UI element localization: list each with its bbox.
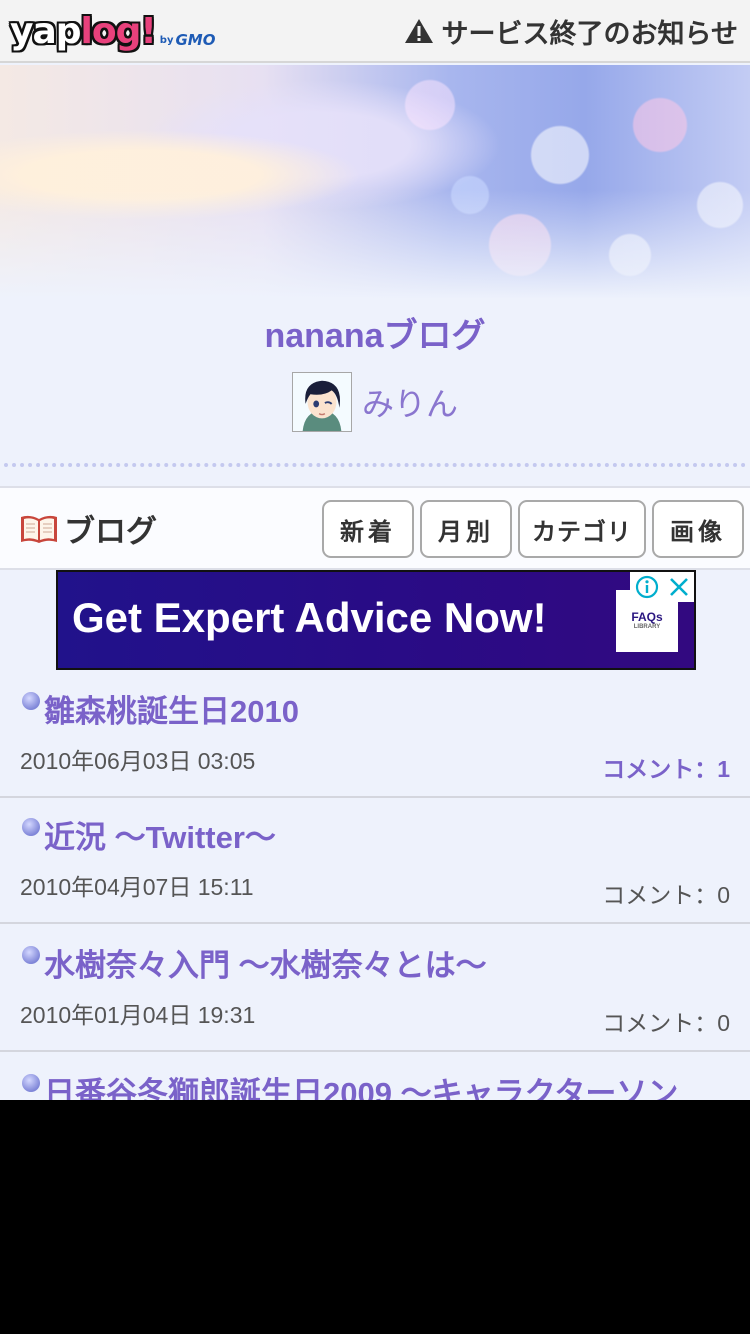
entry-date: 2010年06月03日 03:05 xyxy=(20,748,256,774)
monthly-button[interactable]: 月別 xyxy=(420,500,512,558)
blog-section-label: ブログ xyxy=(18,506,157,551)
avatar[interactable] xyxy=(291,372,352,432)
entry-date: 2010年01月04日 19:31 xyxy=(20,1002,256,1028)
entry-comment-count[interactable]: コメント：0 xyxy=(602,876,730,910)
entry-date: 2010年04月07日 15:11 xyxy=(20,874,254,900)
logo-wordmark-main: yap xyxy=(10,11,82,52)
bullet-icon xyxy=(22,1074,40,1092)
bullet-icon xyxy=(22,946,40,964)
images-button[interactable]: 画像 xyxy=(652,500,744,558)
author-name[interactable]: みりん xyxy=(362,379,458,425)
entry-title[interactable]: 水樹奈々入門 ～水樹奈々とは～ xyxy=(44,940,487,985)
logo-by: by xyxy=(159,35,174,46)
entry-comment-count[interactable]: コメント：0 xyxy=(602,1004,730,1038)
author-info[interactable]: みりん xyxy=(0,372,750,432)
entry-title[interactable]: 近況 ～Twitter～ xyxy=(44,812,276,857)
logo-wordmark-accent: log! xyxy=(80,11,157,52)
ad-logo-subtext: LIBRARY xyxy=(633,624,661,631)
bullet-icon xyxy=(22,818,40,836)
ad-info-icon[interactable] xyxy=(635,575,659,599)
yaplog-logo[interactable]: yaplog! by GMO xyxy=(10,8,215,52)
blog-nav-bar: ブログ 新着 月別 カテゴリ 画像 xyxy=(0,486,750,570)
blog-label-text: ブログ xyxy=(64,514,157,550)
notice-text: サービス終了のお知らせ xyxy=(441,18,738,50)
ad-close-icon[interactable] xyxy=(668,576,690,598)
bullet-icon xyxy=(22,692,40,710)
warning-icon xyxy=(404,19,433,43)
open-book-icon xyxy=(21,515,57,543)
header-image-fade xyxy=(0,190,750,305)
service-end-notice-link[interactable]: サービス終了のお知らせ xyxy=(404,12,738,50)
blog-title[interactable]: nananaブログ xyxy=(0,308,750,357)
blog-entry[interactable]: 近況 ～Twitter～ 2010年04月07日 15:11 コメント：0 xyxy=(0,796,750,924)
ad-banner[interactable]: Get Expert Advice Now! FAQs LIBRARY xyxy=(56,570,696,670)
entry-title[interactable]: 日番谷冬獅郎誕生日2009 ～キャラクターソン xyxy=(44,1068,678,1100)
blog-entry[interactable]: 日番谷冬獅郎誕生日2009 ～キャラクターソン xyxy=(0,1052,750,1100)
app-screen: yaplog! by GMO サービス終了のお知らせ nananaブログ みりん xyxy=(0,0,750,1100)
top-bar: yaplog! by GMO サービス終了のお知らせ xyxy=(0,0,750,63)
blog-entry[interactable]: 雛森桃誕生日2010 2010年06月03日 03:05 コメント：1 xyxy=(0,670,750,798)
divider xyxy=(4,463,746,467)
ad-headline[interactable]: Get Expert Advice Now! xyxy=(72,594,547,642)
ad-logo-text: FAQs xyxy=(631,610,663,625)
entry-comment-count[interactable]: コメント：1 xyxy=(602,750,730,784)
ad-controls xyxy=(630,572,694,602)
logo-wordmark: yaplog! xyxy=(10,11,157,52)
blog-entry[interactable]: 水樹奈々入門 ～水樹奈々とは～ 2010年01月04日 19:31 コメント：0 xyxy=(0,924,750,1052)
entry-title[interactable]: 雛森桃誕生日2010 xyxy=(44,686,299,731)
new-posts-button[interactable]: 新着 xyxy=(322,500,414,558)
category-button[interactable]: カテゴリ xyxy=(518,500,646,558)
logo-gmo: GMO xyxy=(175,31,216,49)
